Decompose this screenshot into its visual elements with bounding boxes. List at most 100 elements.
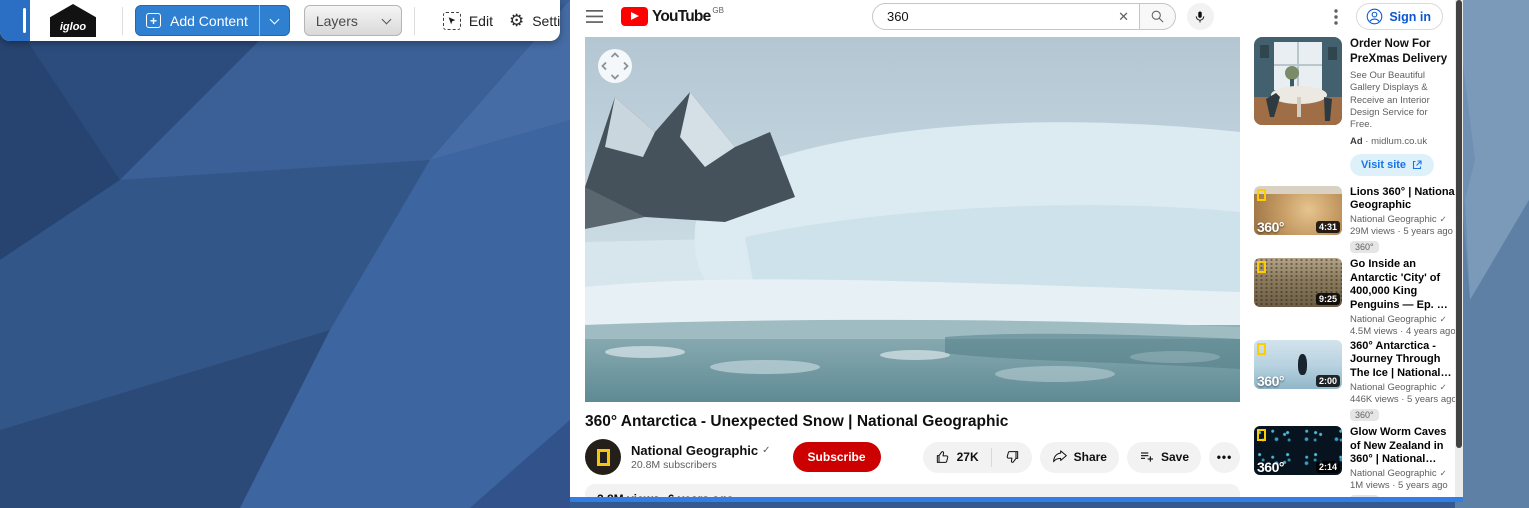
chevron-down-icon bbox=[269, 14, 279, 24]
video-thumbnail: 360° 4:31 bbox=[1254, 186, 1342, 235]
duration-badge: 9:25 bbox=[1316, 293, 1340, 305]
toolbar-divider bbox=[414, 7, 415, 35]
add-content-label: Add Content bbox=[170, 13, 248, 29]
suggested-meta: 1M views · 5 years ago bbox=[1350, 480, 1458, 491]
settings-label: Settings bbox=[532, 13, 560, 29]
suggested-video[interactable]: 9:25 Go Inside an Antarctic 'City' of 40… bbox=[1254, 258, 1458, 337]
share-button[interactable]: Share bbox=[1040, 442, 1119, 473]
scrollbar-thumb[interactable] bbox=[1456, 0, 1462, 448]
verified-icon: ✓ bbox=[1440, 382, 1447, 393]
ad-body: See Our Beautiful Gallery Displays & Rec… bbox=[1350, 70, 1448, 132]
kebab-menu-icon[interactable] bbox=[1332, 7, 1340, 27]
youtube-body: 360° Antarctica - Unexpected Snow | Nati… bbox=[570, 33, 1463, 502]
duration-badge: 2:00 bbox=[1316, 375, 1340, 387]
search-icon bbox=[1150, 9, 1165, 24]
toolbar-divider bbox=[122, 7, 123, 35]
video-tag-chip[interactable]: 360° bbox=[1350, 409, 1379, 421]
video-tag-chip[interactable]: 360° bbox=[1350, 241, 1379, 253]
add-content-button[interactable]: + Add Content bbox=[135, 5, 290, 36]
visit-site-label: Visit site bbox=[1361, 159, 1406, 171]
ad-text: Order Now For PreXmas Delivery See Our B… bbox=[1350, 37, 1458, 176]
duration-badge: 4:31 bbox=[1316, 221, 1340, 233]
save-playlist-icon bbox=[1139, 449, 1155, 465]
channel-name[interactable]: National Geographic bbox=[631, 443, 758, 458]
edit-selection-icon bbox=[443, 12, 461, 30]
thumbs-down-icon[interactable] bbox=[1004, 449, 1020, 465]
layers-label: Layers bbox=[316, 13, 358, 29]
natgeo-logo-icon bbox=[1257, 343, 1266, 355]
youtube-header: YouTube GB ✕ bbox=[570, 0, 1463, 33]
scrollbar[interactable] bbox=[1455, 0, 1463, 502]
header-right: Sign in bbox=[1332, 3, 1443, 30]
layers-dropdown[interactable]: Layers bbox=[304, 5, 402, 36]
toolbar-drag-handle[interactable] bbox=[0, 0, 30, 41]
youtube-logo[interactable]: YouTube GB bbox=[621, 7, 724, 26]
suggestions-sidebar: Order Now For PreXmas Delivery See Our B… bbox=[1254, 37, 1458, 502]
like-count: 27K bbox=[957, 450, 979, 464]
suggested-channel: National Geographic bbox=[1350, 214, 1437, 225]
ad-interior-image bbox=[1254, 37, 1342, 125]
ad-meta: Ad · midlum.co.uk bbox=[1350, 136, 1448, 147]
igloo-toolbar: igloo + Add Content Layers Edit ⚙ Settin… bbox=[0, 0, 560, 41]
external-link-icon bbox=[1411, 159, 1423, 171]
share-icon bbox=[1052, 449, 1068, 465]
pan-control[interactable] bbox=[598, 49, 632, 83]
add-content-dropdown[interactable] bbox=[260, 19, 289, 23]
suggested-meta: 29M views · 5 years ago bbox=[1350, 226, 1458, 237]
suggested-channel: National Geographic bbox=[1350, 314, 1437, 325]
hamburger-menu-icon[interactable] bbox=[586, 10, 603, 23]
ad-advertiser: · midlum.co.uk bbox=[1363, 136, 1427, 147]
pill-divider bbox=[991, 448, 992, 467]
search-input[interactable] bbox=[887, 9, 1116, 24]
share-label: Share bbox=[1074, 450, 1107, 464]
search-box: ✕ bbox=[872, 3, 1140, 30]
plus-icon: + bbox=[146, 13, 161, 28]
microphone-icon bbox=[1193, 10, 1207, 24]
video-player[interactable] bbox=[585, 37, 1240, 402]
subscribe-button[interactable]: Subscribe bbox=[793, 442, 881, 472]
suggested-video-title: Lions 360° | National Geographic bbox=[1350, 186, 1458, 213]
suggested-video[interactable]: 360° 2:14 Glow Worm Caves of New Zealand… bbox=[1254, 426, 1458, 502]
suggested-video[interactable]: 360° 4:31 Lions 360° | National Geograph… bbox=[1254, 186, 1458, 256]
description-box[interactable]: 2.8M views 6 years ago Explore a penguin… bbox=[585, 484, 1240, 502]
video-tag-chip[interactable]: 360° bbox=[1350, 495, 1379, 502]
save-button[interactable]: Save bbox=[1127, 442, 1201, 473]
suggested-video-title: Glow Worm Caves of New Zealand in 360° |… bbox=[1350, 426, 1458, 466]
visit-site-button[interactable]: Visit site bbox=[1350, 154, 1434, 176]
thumbnail-overlay-text: 360° bbox=[1257, 373, 1284, 389]
settings-button[interactable]: ⚙ Settings bbox=[509, 12, 560, 29]
ad-title[interactable]: Order Now For PreXmas Delivery bbox=[1350, 37, 1448, 67]
channel-row: National Geographic ✓ 20.8M subscribers … bbox=[585, 439, 1240, 475]
natgeo-logo-icon bbox=[1257, 261, 1266, 273]
natgeo-logo-icon bbox=[1257, 189, 1266, 201]
suggested-channel: National Geographic bbox=[1350, 468, 1437, 479]
voice-search-button[interactable] bbox=[1187, 3, 1214, 30]
subscriber-count: 20.8M subscribers bbox=[631, 459, 771, 471]
chevron-down-icon bbox=[381, 14, 391, 24]
upload-age: 6 years ago bbox=[668, 492, 734, 502]
view-count: 2.8M views bbox=[597, 492, 660, 502]
video-thumbnail: 360° 2:14 bbox=[1254, 426, 1342, 475]
igloo-logo[interactable]: igloo bbox=[50, 4, 96, 37]
sign-in-button[interactable]: Sign in bbox=[1356, 3, 1443, 30]
natgeo-frame-icon bbox=[597, 449, 610, 466]
edit-button[interactable]: Edit bbox=[443, 12, 493, 30]
youtube-play-icon bbox=[621, 7, 648, 26]
edit-label: Edit bbox=[469, 13, 493, 29]
suggested-video[interactable]: 360° 2:00 360° Antarctica - Journey Thro… bbox=[1254, 340, 1458, 423]
ad-card: Order Now For PreXmas Delivery See Our B… bbox=[1254, 37, 1458, 176]
channel-avatar[interactable] bbox=[585, 439, 621, 475]
natgeo-logo-icon bbox=[1257, 429, 1266, 441]
search-button[interactable] bbox=[1140, 3, 1176, 30]
suggested-meta: 446K views · 5 years ago bbox=[1350, 394, 1458, 405]
desktop: igloo + Add Content Layers Edit ⚙ Settin… bbox=[0, 0, 1529, 508]
ad-thumbnail[interactable] bbox=[1254, 37, 1342, 125]
pan-arrows-icon bbox=[598, 49, 632, 83]
sign-in-label: Sign in bbox=[1389, 10, 1431, 24]
verified-icon: ✓ bbox=[1440, 214, 1447, 225]
suggested-channel: National Geographic bbox=[1350, 382, 1437, 393]
suggested-video-title: Go Inside an Antarctic 'City' of 400,000… bbox=[1350, 258, 1458, 312]
thumbs-up-icon[interactable] bbox=[935, 449, 951, 465]
clear-search-icon[interactable]: ✕ bbox=[1116, 9, 1131, 25]
more-actions-button[interactable]: ••• bbox=[1209, 442, 1240, 473]
